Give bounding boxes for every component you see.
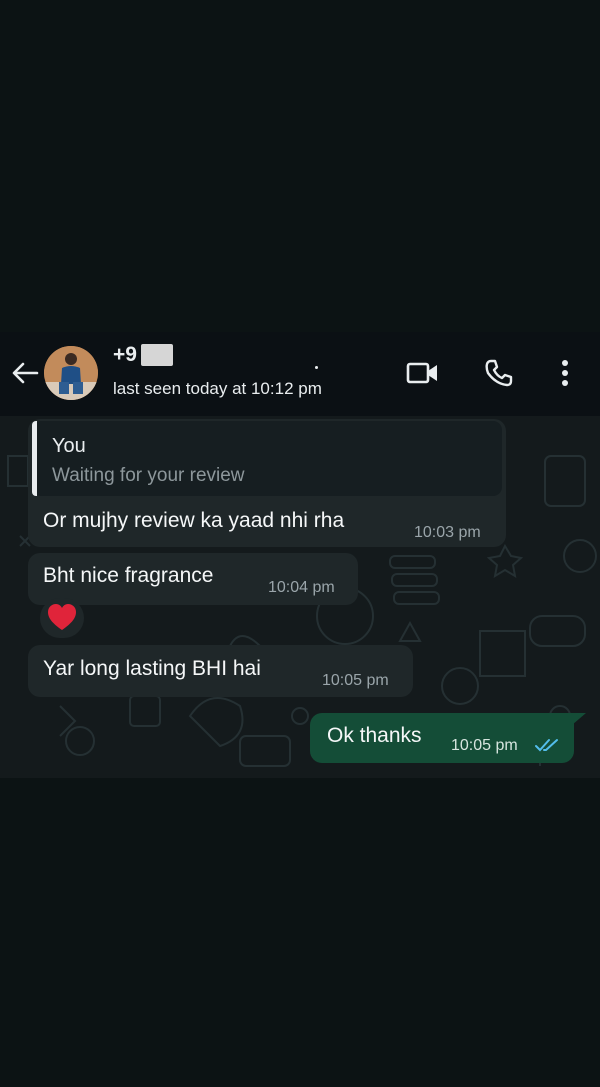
redacted-name <box>140 344 173 366</box>
avatar-image <box>44 346 98 400</box>
reaction-badge[interactable] <box>40 598 84 638</box>
quoted-message[interactable]: You Waiting for your review <box>32 421 502 496</box>
back-arrow-icon[interactable] <box>10 358 40 388</box>
avatar[interactable] <box>44 346 98 400</box>
message-time: 10:03 pm <box>414 524 481 541</box>
message-time: 10:05 pm <box>451 737 518 754</box>
more-options-icon <box>562 360 568 386</box>
message-text: Bht nice fragrance <box>43 564 214 587</box>
video-call-icon <box>406 362 437 384</box>
contact-name[interactable]: +9 <box>113 343 173 367</box>
message-time: 10:05 pm <box>322 672 389 689</box>
bubble-tail <box>572 713 586 725</box>
message-text: Or mujhy review ka yaad nhi rha <box>43 509 345 532</box>
double-check-icon <box>535 739 558 752</box>
message-time: 10:04 pm <box>268 579 335 596</box>
separator-dot <box>315 366 318 369</box>
heart-icon <box>48 604 76 630</box>
video-call-button[interactable] <box>406 358 440 388</box>
quote-text: Waiting for your review <box>52 465 245 486</box>
last-seen-status: last seen today at 10:12 pm <box>113 379 322 398</box>
more-options-button[interactable] <box>548 358 582 388</box>
quote-author: You <box>52 435 86 457</box>
quote-bar <box>32 421 37 496</box>
phone-icon <box>485 359 513 387</box>
message-text: Yar long lasting BHI hai <box>43 657 261 680</box>
message-text: Ok thanks <box>327 724 422 747</box>
voice-call-button[interactable] <box>482 358 516 388</box>
